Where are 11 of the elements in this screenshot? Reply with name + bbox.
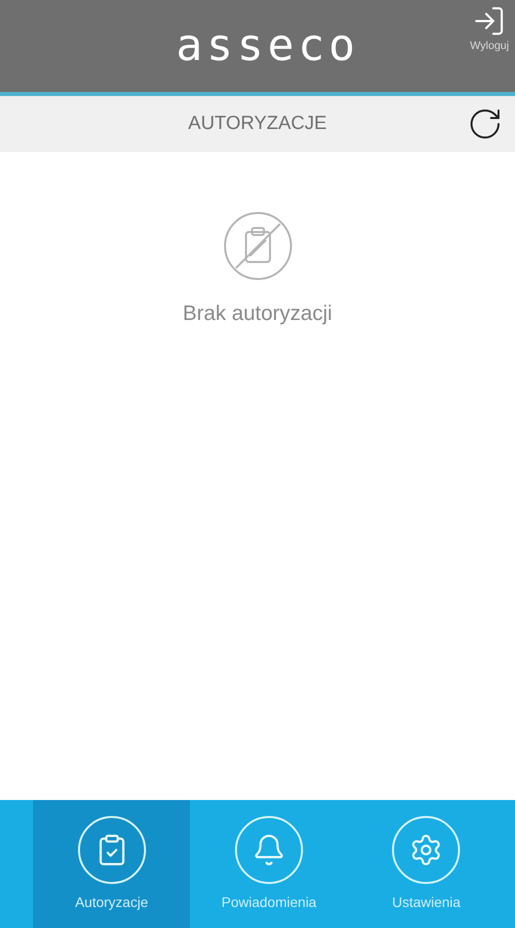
nav-tab[interactable]: Ustawienia bbox=[348, 800, 505, 928]
header-title: AUTORYZACJE bbox=[188, 112, 327, 136]
logo: asseco bbox=[176, 24, 359, 68]
bell-icon bbox=[234, 816, 303, 884]
clipboard-check-icon bbox=[78, 816, 146, 884]
empty-message: Brak autoryzacji bbox=[182, 301, 332, 327]
gear-icon bbox=[392, 816, 460, 884]
logout-button[interactable]: Wyloguj bbox=[470, 4, 509, 54]
no-clipboard-icon bbox=[222, 210, 294, 282]
nav-tab[interactable]: Powiadomienia bbox=[190, 800, 348, 928]
nav-tab[interactable]: Autoryzacje bbox=[33, 800, 190, 928]
